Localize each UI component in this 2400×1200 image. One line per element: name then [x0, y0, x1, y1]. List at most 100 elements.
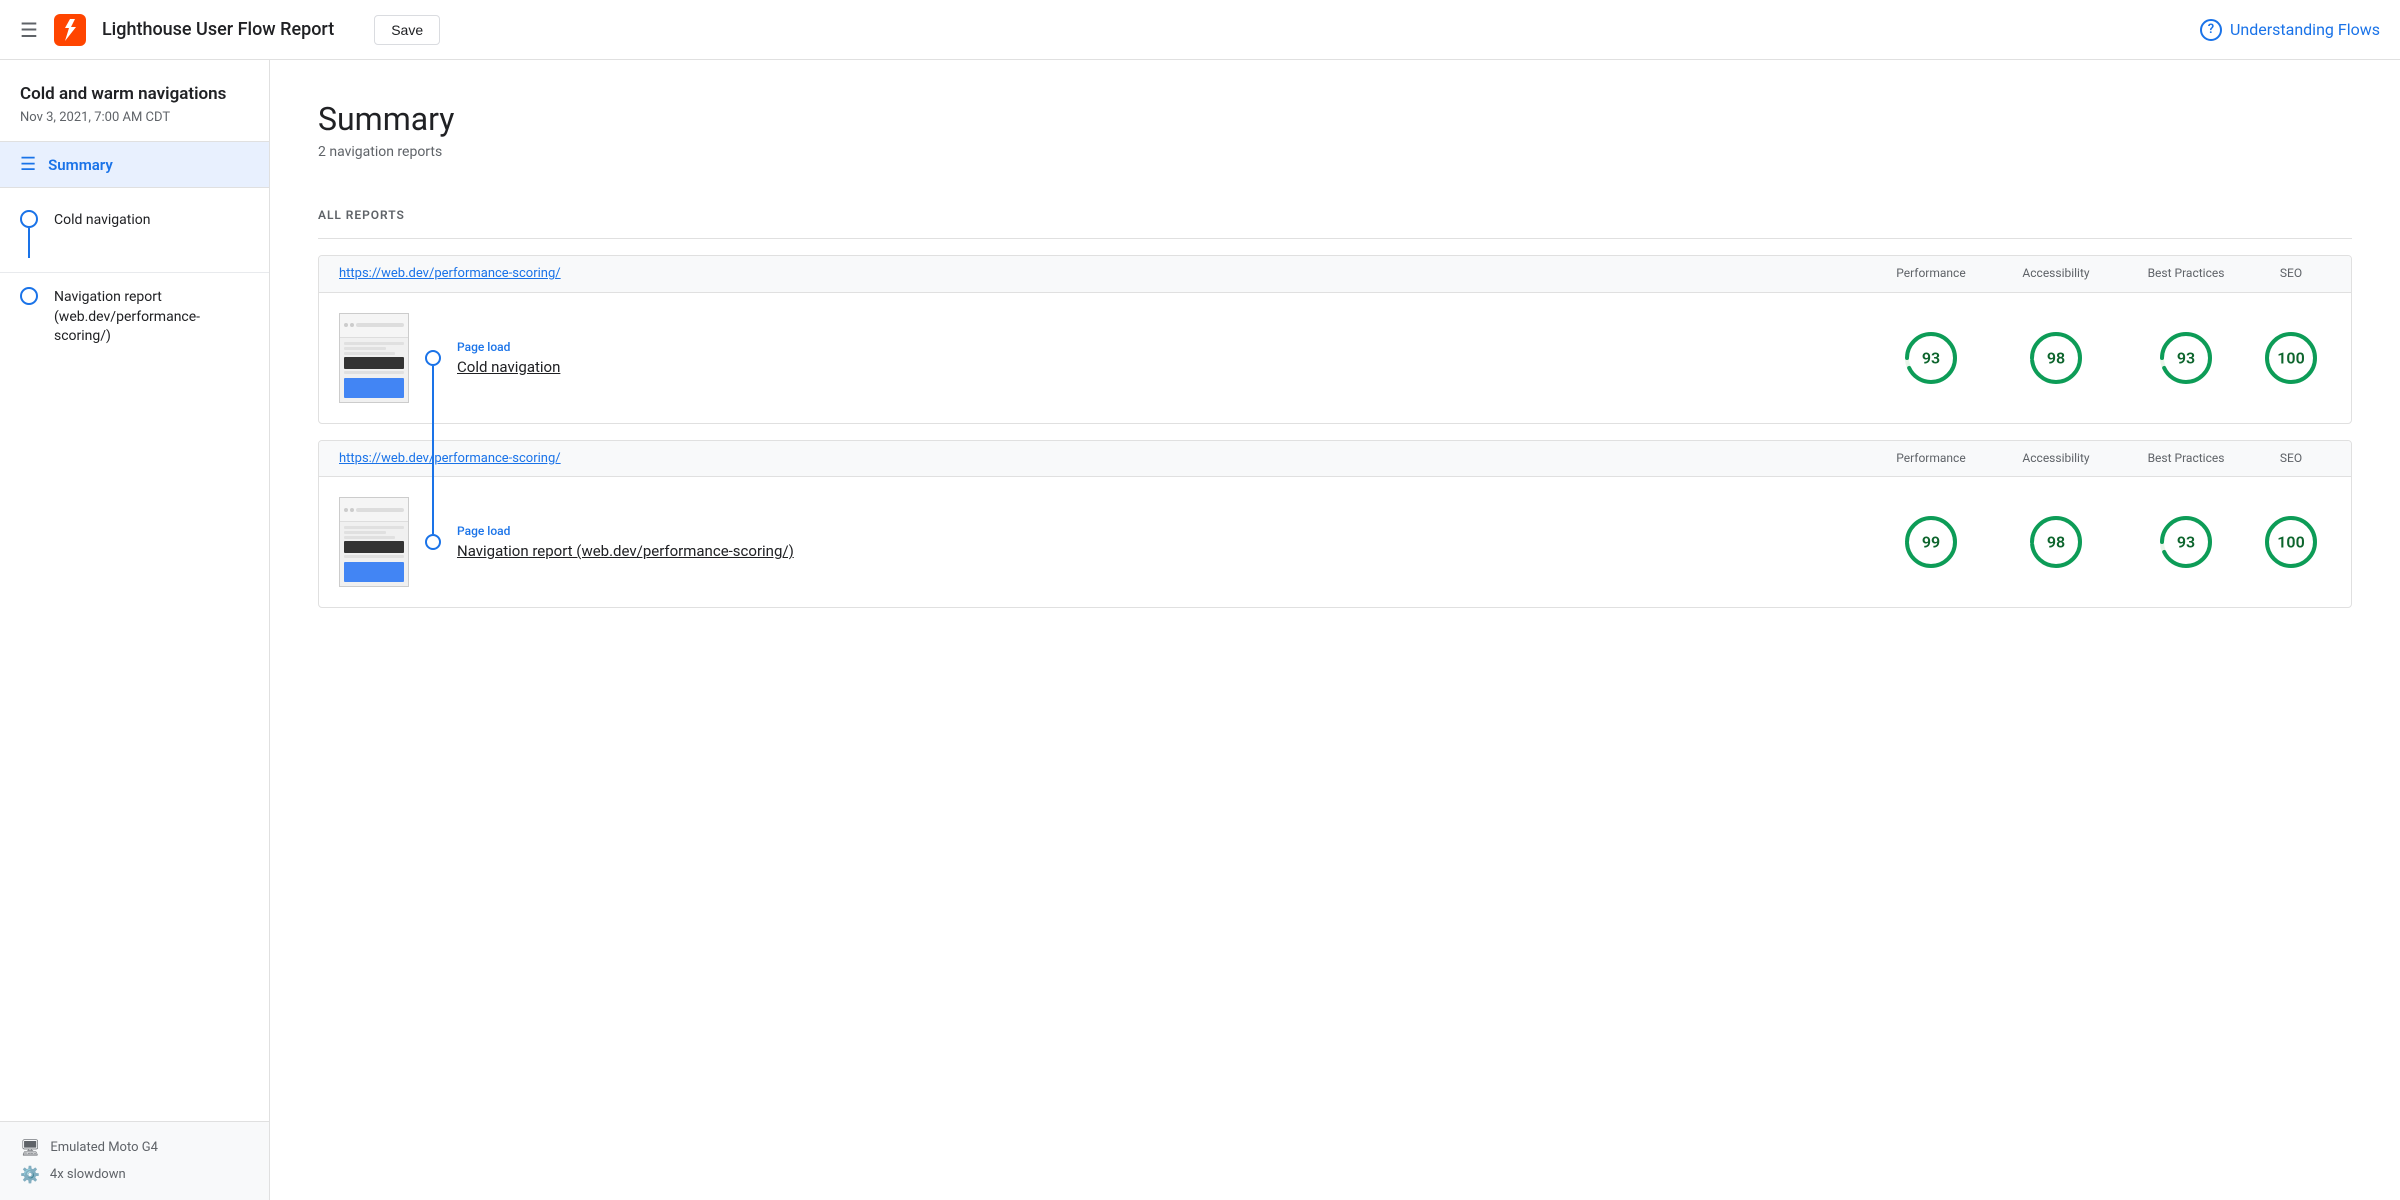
- gauge-value: 100: [2277, 533, 2304, 552]
- report-col-header-0-3: SEO: [2251, 266, 2331, 282]
- gauge-circle: 93: [2156, 512, 2216, 572]
- report-type-label-0: Page load: [457, 340, 1871, 354]
- report-card-0: https://web.dev/performance-scoring/Perf…: [318, 255, 2352, 424]
- thumb-line: [344, 555, 404, 558]
- thumb-dark-block: [344, 541, 404, 553]
- list-icon: ☰: [20, 154, 36, 175]
- dot-circle-1: [425, 534, 441, 550]
- app-title: Lighthouse User Flow Report: [102, 19, 334, 40]
- nav-dot-1: [20, 210, 38, 228]
- reports-wrapper: https://web.dev/performance-scoring/Perf…: [318, 255, 2352, 608]
- report-name-0[interactable]: Cold navigation: [457, 358, 1871, 376]
- report-col-header-0-0: Performance: [1871, 266, 1991, 282]
- thumb-bar: [356, 323, 404, 327]
- report-info-text-1: Page load Navigation report (web.dev/per…: [457, 524, 1871, 560]
- summary-nav-label: Summary: [48, 156, 113, 174]
- thumb-content: [340, 338, 408, 402]
- understanding-flows-label: Understanding Flows: [2230, 20, 2380, 39]
- lighthouse-logo-icon: [54, 14, 86, 46]
- score-gauge: 93: [1901, 328, 1961, 388]
- sidebar-item-cold-nav[interactable]: Cold navigation: [0, 196, 269, 273]
- report-score-0-0: 93: [1871, 328, 1991, 388]
- gauge-value: 98: [2047, 348, 2065, 367]
- nav-dot-2: [20, 287, 38, 305]
- gauge-value: 93: [2177, 533, 2195, 552]
- gauge-circle: 93: [1901, 328, 1961, 388]
- thumb-top: [340, 498, 408, 522]
- report-body-1: Page load Navigation report (web.dev/per…: [319, 477, 2351, 607]
- report-url-0[interactable]: https://web.dev/performance-scoring/: [339, 266, 1871, 281]
- thumb-bar: [356, 508, 404, 512]
- thumb-dot: [350, 508, 354, 512]
- report-score-0-3: 100: [2251, 328, 2331, 388]
- project-title: Cold and warm navigations: [20, 84, 249, 104]
- thumb-dot: [344, 323, 348, 327]
- report-dot-1: [425, 534, 441, 550]
- gauge-circle: 98: [2026, 512, 2086, 572]
- divider: [318, 238, 2352, 239]
- score-gauge: 100: [2261, 512, 2321, 572]
- score-gauge: 100: [2261, 328, 2321, 388]
- thumb-dot: [350, 323, 354, 327]
- report-score-1-1: 98: [1991, 512, 2121, 572]
- nav-line-1: [28, 228, 30, 258]
- gauge-value: 93: [1922, 348, 1940, 367]
- score-gauge: 93: [2156, 328, 2216, 388]
- all-reports-label: ALL REPORTS: [318, 208, 2352, 222]
- project-date: Nov 3, 2021, 7:00 AM CDT: [20, 110, 249, 125]
- thumb-line: [344, 531, 386, 534]
- device-item-1: ⚙️ 4x slowdown: [20, 1165, 249, 1184]
- report-type-label-1: Page load: [457, 524, 1871, 538]
- thumb-line: [344, 352, 395, 355]
- thumb-blue-block: [344, 378, 404, 398]
- menu-icon[interactable]: ☰: [20, 18, 38, 42]
- nav-timeline-2: [20, 287, 38, 305]
- understanding-flows-link[interactable]: ? Understanding Flows: [2200, 19, 2380, 41]
- gauge-circle: 100: [2261, 512, 2321, 572]
- sidebar-item-nav-report[interactable]: Navigation report (web.dev/performance-s…: [0, 273, 269, 361]
- connector-line: [432, 366, 434, 535]
- report-url-1[interactable]: https://web.dev/performance-scoring/: [339, 451, 1871, 466]
- dot-circle-0: [425, 350, 441, 366]
- report-score-1-0: 99: [1871, 512, 1991, 572]
- gear-icon: ⚙️: [20, 1165, 40, 1184]
- help-icon: ?: [2200, 19, 2222, 41]
- sidebar: Cold and warm navigations Nov 3, 2021, 7…: [0, 60, 270, 1200]
- gauge-circle: 98: [2026, 328, 2086, 388]
- monitor-icon: 🖥: [20, 1138, 40, 1157]
- report-body-0: Page load Cold navigation 93: [319, 293, 2351, 423]
- save-button[interactable]: Save: [374, 15, 440, 45]
- sidebar-nav-items: Cold navigation Navigation report (web.d…: [0, 188, 269, 369]
- device-item-0: 🖥 Emulated Moto G4: [20, 1138, 249, 1157]
- score-gauge: 99: [1901, 512, 1961, 572]
- gauge-circle: 99: [1901, 512, 1961, 572]
- report-card-1: https://web.dev/performance-scoring/Perf…: [318, 440, 2352, 609]
- score-gauge: 98: [2026, 328, 2086, 388]
- report-info-text-0: Page load Cold navigation: [457, 340, 1871, 376]
- gauge-value: 100: [2277, 348, 2304, 367]
- report-score-0-2: 93: [2121, 328, 2251, 388]
- nav-timeline-1: [20, 210, 38, 258]
- gauge-circle: 100: [2261, 328, 2321, 388]
- thumb-line: [344, 536, 395, 539]
- gauge-value: 99: [1922, 533, 1940, 552]
- sidebar-item-nav-report-label: Navigation report (web.dev/performance-s…: [54, 287, 249, 347]
- main-layout: Cold and warm navigations Nov 3, 2021, 7…: [0, 60, 2400, 1200]
- thumb-top: [340, 314, 408, 338]
- report-name-1[interactable]: Navigation report (web.dev/performance-s…: [457, 542, 1871, 560]
- report-col-header-0-2: Best Practices: [2121, 266, 2251, 282]
- report-dot-0: [425, 350, 441, 366]
- sidebar-item-summary[interactable]: ☰ Summary: [0, 142, 269, 188]
- report-score-1-3: 100: [2251, 512, 2331, 572]
- thumb-dot: [344, 508, 348, 512]
- device-info: 🖥 Emulated Moto G4 ⚙️ 4x slowdown: [0, 1121, 269, 1200]
- device-label-1: 4x slowdown: [50, 1167, 126, 1182]
- gauge-value: 93: [2177, 348, 2195, 367]
- report-thumbnail-1: [339, 497, 409, 587]
- header-left: ☰ Lighthouse User Flow Report Save: [20, 14, 440, 46]
- report-header-row-1: https://web.dev/performance-scoring/Perf…: [319, 441, 2351, 478]
- report-info-1: Page load Navigation report (web.dev/per…: [457, 512, 2331, 572]
- summary-subtitle: 2 navigation reports: [318, 144, 2352, 160]
- report-score-0-1: 98: [1991, 328, 2121, 388]
- report-col-header-1-2: Best Practices: [2121, 451, 2251, 467]
